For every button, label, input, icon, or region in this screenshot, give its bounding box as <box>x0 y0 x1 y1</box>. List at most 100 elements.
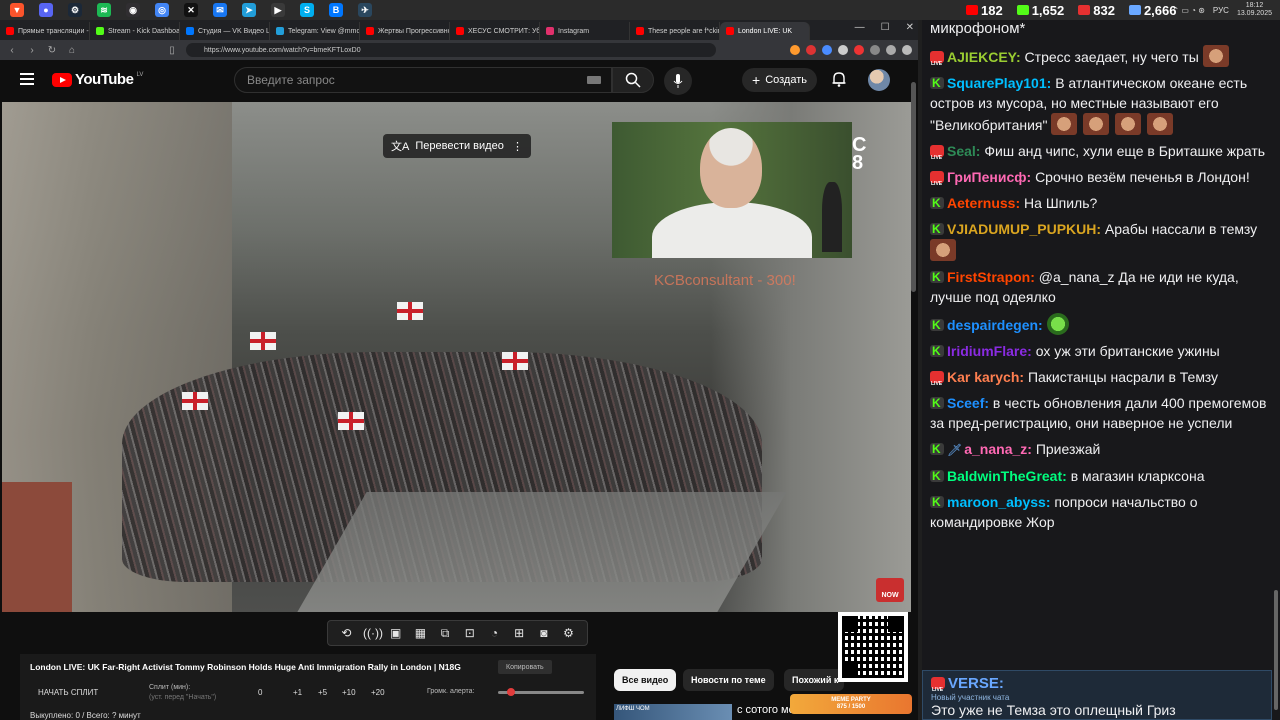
youtube-logo-text: YouTube <box>75 71 134 88</box>
speed-icon[interactable]: ◔ <box>486 626 502 640</box>
minimize-button[interactable]: — <box>855 22 865 33</box>
steam-2-icon[interactable]: ✈ <box>358 3 372 17</box>
split-value-0[interactable]: 0 <box>258 688 262 697</box>
tab-favicon-icon <box>546 27 554 35</box>
browser-tab[interactable]: ХЕСУС СМОТРИТ: Убий <box>450 22 540 40</box>
extension-icon[interactable] <box>806 45 816 55</box>
chat-message: BaldwinTheGreat: в магазин кларксона <box>926 465 1272 487</box>
more-options-icon[interactable]: ⋮ <box>512 140 523 153</box>
chat-username[interactable]: BaldwinTheGreat: <box>947 468 1067 484</box>
search-button[interactable] <box>612 67 654 93</box>
new-member-label: Новый участник чата <box>931 693 1010 702</box>
chat-username[interactable]: FirstStrapon: <box>947 269 1035 285</box>
chat-username[interactable]: maroon_abyss: <box>947 494 1050 510</box>
flag <box>182 392 208 410</box>
chat-username[interactable]: Kar karych: <box>947 369 1024 385</box>
browser-tab[interactable]: Instagram <box>540 22 630 40</box>
browser-tab[interactable]: Жертвы Прогрессивно... <box>360 22 450 40</box>
browser-tab[interactable]: These people are f*ckin <box>630 22 720 40</box>
extension-icon[interactable] <box>902 45 912 55</box>
flag <box>338 412 364 430</box>
alert-volume-slider[interactable] <box>498 688 584 696</box>
bookmark-icon[interactable]: ▯ <box>166 45 178 56</box>
chip-all-videos[interactable]: Все видео <box>614 669 677 691</box>
stream-app-icon[interactable]: ▶ <box>271 3 285 17</box>
split-value-10[interactable]: +10 <box>342 688 356 697</box>
split-value-20[interactable]: +20 <box>371 688 385 697</box>
extension-icon[interactable] <box>822 45 832 55</box>
voice-search-button[interactable] <box>664 67 692 95</box>
browser-tab[interactable]: Telegram: View @mmoq <box>270 22 360 40</box>
chip-similar[interactable]: Похожий к <box>784 669 844 691</box>
chat-username[interactable]: ГриПенисф: <box>947 169 1031 185</box>
menu-icon[interactable] <box>20 73 34 88</box>
chat-username[interactable]: Sceef: <box>947 395 989 411</box>
split-value-5[interactable]: +5 <box>318 688 327 697</box>
browser-tab[interactable]: Прямые трансляции - Y <box>0 22 90 40</box>
start-split-button[interactable]: НАЧАТЬ СПЛИТ <box>38 688 98 697</box>
telegram-icon[interactable]: ➤ <box>242 3 256 17</box>
create-button[interactable]: + Создать <box>742 68 817 92</box>
reload-icon[interactable]: ↻ <box>46 45 58 56</box>
browser-tab[interactable]: London LIVE: UK <box>720 22 810 40</box>
film-icon[interactable]: ▦ <box>412 626 428 640</box>
discord-icon[interactable]: ● <box>39 3 53 17</box>
chat-scrollbar[interactable] <box>1274 590 1278 710</box>
spotify-icon[interactable]: ≋ <box>97 3 111 17</box>
youtube-logo[interactable]: YouTube LV <box>52 71 143 88</box>
chrome-icon[interactable]: ◎ <box>155 3 169 17</box>
chat-username[interactable]: IridiumFlare: <box>947 343 1032 359</box>
vk-icon[interactable]: В <box>329 3 343 17</box>
split-value-1[interactable]: +1 <box>293 688 302 697</box>
chat-message: AJIEKCEY: Стресс заедает, ну чего ты <box>926 44 1272 74</box>
chat-username[interactable]: VJIADUMUP_PUPKUH: <box>947 221 1101 237</box>
brave-icon[interactable]: ▼ <box>10 3 24 17</box>
recommended-thumbnail[interactable]: ЛИФШ ЧОМ <box>614 704 732 720</box>
home-icon[interactable]: ⌂ <box>66 45 78 56</box>
camera-icon[interactable]: ◙ <box>536 626 552 640</box>
picture-in-picture-icon[interactable]: ⧉ <box>437 626 453 641</box>
browser-tab[interactable]: Stream - Kick Dashboard <box>90 22 180 40</box>
url-field[interactable]: https://www.youtube.com/watch?v=bmeKFTLo… <box>186 43 716 57</box>
maximize-button[interactable]: ☐ <box>881 22 890 33</box>
steam-icon[interactable]: ⚙ <box>68 3 82 17</box>
crop-icon[interactable]: ⊡ <box>462 626 478 640</box>
video-player[interactable]: 文A Перевести видео ⋮ C8 KCBconsultant - … <box>2 102 911 612</box>
chat-username[interactable]: Aeternuss: <box>947 195 1020 211</box>
extension-icon[interactable] <box>854 45 864 55</box>
extension-icon[interactable] <box>870 45 880 55</box>
messenger-icon[interactable]: ✉ <box>213 3 227 17</box>
chat-username[interactable]: despairdegen: <box>947 317 1043 333</box>
add-clip-icon[interactable]: ⊞ <box>511 626 527 640</box>
translate-video-button[interactable]: 文A Перевести видео ⋮ <box>383 134 531 158</box>
chat-username[interactable]: Seal: <box>947 143 980 159</box>
extension-icon[interactable] <box>790 45 800 55</box>
keyboard-icon[interactable] <box>587 76 601 84</box>
extension-icon[interactable] <box>886 45 896 55</box>
avatar[interactable] <box>868 69 890 91</box>
close-window-button[interactable]: ✕ <box>906 22 914 33</box>
broadcast-icon[interactable]: ((·)) <box>363 626 383 640</box>
chat-username[interactable]: AJIEKCEY: <box>947 49 1021 65</box>
skype-icon[interactable]: S <box>300 3 314 17</box>
epic-icon[interactable]: ✕ <box>184 3 198 17</box>
screenshot-icon[interactable]: ▣ <box>388 626 404 640</box>
search-placeholder: Введите запрос <box>247 73 335 87</box>
search-input[interactable]: Введите запрос <box>234 67 612 93</box>
chat-username[interactable]: VERSE: <box>948 675 1004 692</box>
copy-button[interactable]: Копировать <box>498 660 552 674</box>
chip-related-news[interactable]: Новости по теме <box>683 669 774 691</box>
extension-icon[interactable] <box>838 45 848 55</box>
obs-icon[interactable]: ◉ <box>126 3 140 17</box>
browser-tab[interactable]: Студия — VK Видео Live <box>180 22 270 40</box>
slider-knob[interactable] <box>506 688 515 696</box>
chat-username[interactable]: a_nana_z: <box>964 441 1032 457</box>
settings-icon[interactable]: ⚙ <box>561 626 577 640</box>
page-scrollbar[interactable] <box>911 82 916 292</box>
back-icon[interactable]: ‹ <box>6 45 18 56</box>
forward-icon[interactable]: › <box>26 45 38 56</box>
chat-username[interactable]: SquarePlay101: <box>947 75 1051 91</box>
chat-message: IridiumFlare: ох уж эти британские ужины <box>926 340 1272 362</box>
notifications-bell-icon[interactable] <box>832 71 846 90</box>
loop-icon[interactable]: ⟲ <box>338 626 354 640</box>
